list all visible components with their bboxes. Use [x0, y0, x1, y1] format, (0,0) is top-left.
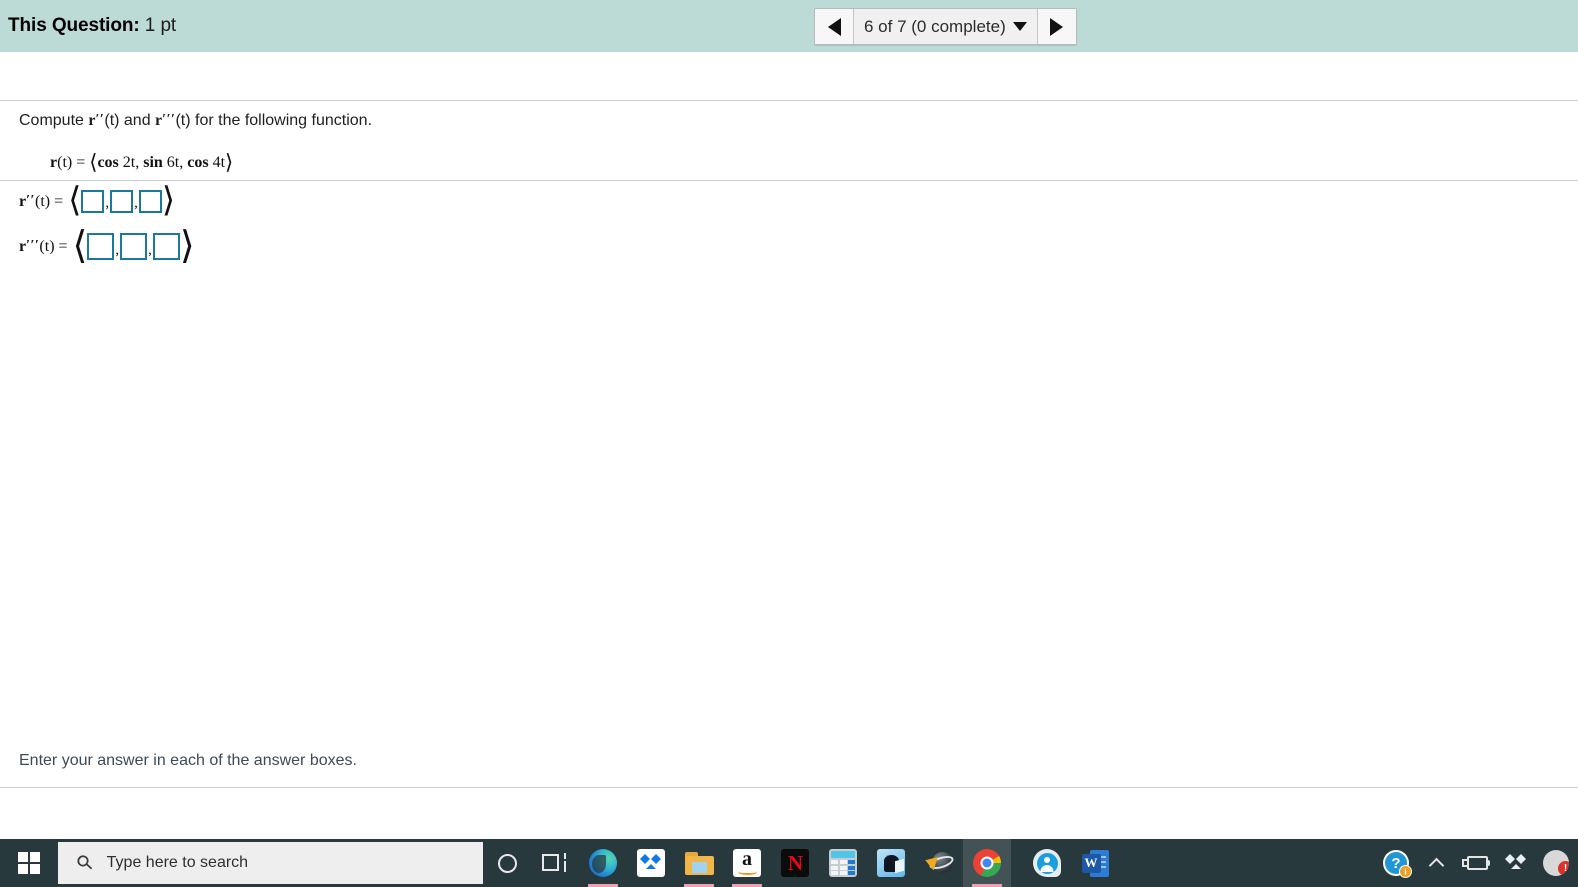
caret-down-icon	[1012, 22, 1027, 31]
question-label: This Question:	[8, 15, 140, 36]
prompt-text-mid: (t) and	[104, 112, 156, 129]
prompt-text-pre: Compute	[19, 112, 89, 129]
google-chrome-icon[interactable]	[963, 839, 1011, 887]
cortana-ring-glyph	[497, 853, 517, 873]
dropbox-glyph	[637, 849, 665, 877]
answer-input-2-z[interactable]	[152, 233, 180, 260]
kindle-glyph	[877, 849, 905, 877]
edge-glyph	[589, 849, 617, 877]
dropbox-tray-icon[interactable]	[1496, 839, 1536, 887]
question-header-bar: This Question: 1 pt 6 of 7 (0 complete)	[0, 0, 1578, 52]
question-points: 1 pt	[144, 15, 177, 36]
divider-top	[0, 100, 1578, 101]
help-badge: i	[1399, 865, 1412, 878]
answer-comma-1a: ,	[105, 195, 110, 211]
next-question-button[interactable]	[1036, 9, 1076, 44]
windows-logo-glyph	[18, 852, 40, 874]
chevron-up-icon	[1428, 857, 1444, 873]
amazon-letter: a	[742, 849, 752, 870]
answer-row-third-derivative: r′′′(t) = ⟨ , , ⟩	[19, 224, 195, 267]
function-component-3-arg: 4t	[208, 154, 226, 171]
answer-input-1-x[interactable]	[81, 190, 105, 213]
function-definition: r(t) = ⟨cos 2t, sin 6t, cos 4t⟩	[50, 150, 233, 175]
question-content: Compute r′′(t) and r′′′(t) for the follo…	[0, 52, 1578, 839]
function-component-2-arg: 6t	[162, 154, 180, 171]
function-component-3-op: cos	[187, 154, 209, 171]
kindle-icon[interactable]	[867, 839, 915, 887]
file-explorer-icon[interactable]	[675, 839, 723, 887]
question-navigation: 6 of 7 (0 complete)	[814, 8, 1077, 45]
answer-input-2-x[interactable]	[87, 233, 115, 260]
answer-row-second-derivative: r′′(t) = ⟨ , , ⟩	[19, 181, 176, 219]
amazon-icon[interactable]: a	[723, 839, 771, 887]
answer-label-eq-2: (t) =	[39, 237, 68, 255]
microsoft-edge-icon[interactable]	[579, 839, 627, 887]
answer-input-2-y[interactable]	[120, 233, 148, 260]
help-glyph: ? i	[1383, 850, 1412, 878]
answer-label-third-derivative: r′′′(t) =	[19, 238, 68, 256]
answer-instructions: Enter your answer in each of the answer …	[19, 752, 357, 769]
netflix-icon[interactable]: N	[771, 839, 819, 887]
edge-update-badge: !	[1558, 861, 1569, 876]
function-component-1-arg: 2t	[118, 154, 136, 171]
answer-comma-2a: ,	[115, 242, 120, 258]
dropbox-icon[interactable]	[627, 839, 675, 887]
edge-update-glyph: !	[1543, 850, 1569, 876]
question-selector-label: 6 of 7 (0 complete)	[864, 16, 1006, 36]
triangle-right-icon	[1050, 17, 1064, 36]
task-view-glyph	[542, 853, 568, 873]
function-component-1-op: cos	[97, 154, 119, 171]
cortana-icon[interactable]	[483, 839, 531, 887]
windows-taskbar: ⚲ Type here to search a N W ? i !	[0, 839, 1578, 887]
answer-comma-1b: ,	[134, 195, 138, 211]
help-icon[interactable]: ? i	[1376, 839, 1416, 887]
calculator-icon[interactable]	[819, 839, 867, 887]
dropbox-tray-glyph	[1505, 853, 1527, 873]
people-glyph	[1033, 849, 1061, 877]
search-placeholder-text: Type here to search	[106, 854, 249, 871]
folder-glyph	[684, 851, 714, 875]
answer-label-primes-2: ′′′	[26, 237, 40, 253]
microsoft-word-icon[interactable]: W	[1071, 839, 1119, 887]
answer-comma-2b: ,	[148, 242, 152, 258]
task-view-icon[interactable]	[531, 839, 579, 887]
function-close-angle: ⟩	[225, 150, 234, 174]
show-hidden-icons-chevron[interactable]	[1416, 839, 1456, 887]
battery-charging-icon[interactable]	[1456, 839, 1496, 887]
answer-label-second-derivative: r′′(t) =	[19, 193, 63, 211]
prompt-text-post: (t) for the following function.	[175, 112, 373, 129]
previous-question-button[interactable]	[815, 9, 854, 44]
word-letter: W	[1081, 853, 1101, 873]
chrome-glyph	[973, 849, 1001, 877]
internet-explorer-icon[interactable]	[915, 839, 963, 887]
question-prompt: Compute r′′(t) and r′′′(t) for the follo…	[19, 112, 372, 130]
function-equals: (t) =	[57, 154, 90, 171]
taskbar-search-input[interactable]: ⚲ Type here to search	[58, 842, 483, 884]
calculator-glyph	[829, 849, 857, 877]
battery-glyph	[1462, 855, 1490, 871]
amazon-smile-icon	[737, 869, 757, 875]
edge-update-icon[interactable]: !	[1536, 839, 1576, 887]
amazon-glyph: a	[733, 849, 761, 877]
internet-explorer-glyph	[923, 850, 956, 876]
divider-bottom	[0, 787, 1578, 788]
netflix-glyph: N	[781, 849, 809, 877]
prompt-primes-2: ′′′	[162, 112, 176, 127]
question-title: This Question: 1 pt	[8, 15, 176, 37]
function-component-2-op: sin	[143, 154, 163, 171]
taskbar-app-icons: a N W	[483, 839, 1119, 887]
people-icon[interactable]	[1023, 839, 1071, 887]
search-icon: ⚲	[72, 850, 99, 876]
answer-input-1-z[interactable]	[138, 190, 162, 213]
word-glyph: W	[1081, 849, 1109, 877]
divider-mid	[0, 180, 1578, 181]
mymathlab-question-page: This Question: 1 pt 6 of 7 (0 complete) …	[0, 0, 1578, 887]
windows-start-icon[interactable]	[0, 839, 58, 887]
answer-label-eq-1: (t) =	[34, 192, 64, 210]
answer-label-primes-1: ′′	[26, 192, 35, 208]
answer-input-1-y[interactable]	[110, 190, 134, 213]
question-selector-dropdown[interactable]: 6 of 7 (0 complete)	[854, 9, 1037, 44]
triangle-left-icon	[827, 17, 841, 36]
system-tray: ? i !	[1376, 839, 1578, 887]
